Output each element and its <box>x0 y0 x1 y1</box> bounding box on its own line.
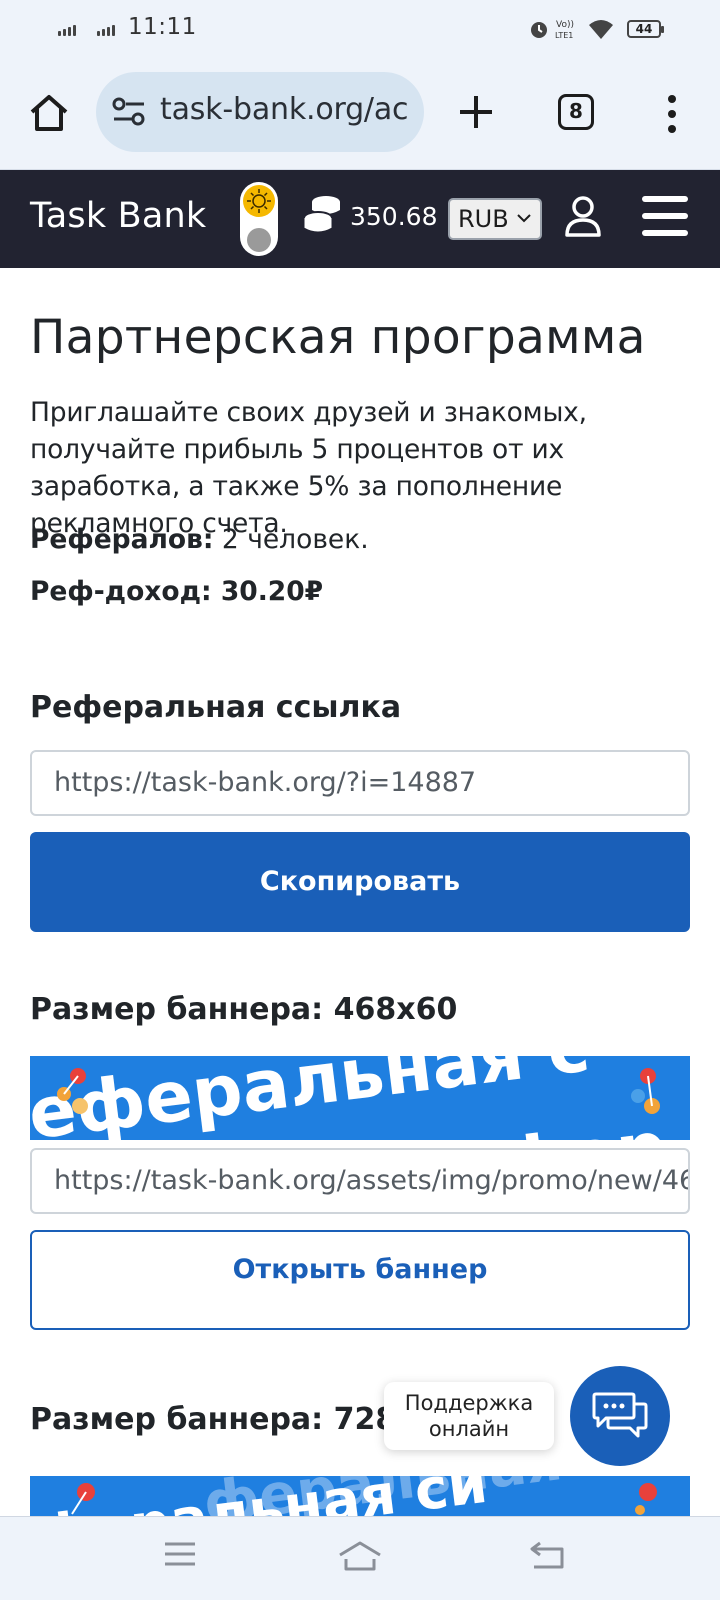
referrals-value: 2 человек. <box>213 524 369 555</box>
people-network-icon <box>57 1068 88 1114</box>
open-banner-button[interactable]: Открыть баннер <box>30 1230 690 1330</box>
chevron-down-icon <box>517 214 531 223</box>
banner-468-heading: Размер баннера: 468x60 <box>30 992 458 1027</box>
support-label[interactable]: Поддержка онлайн <box>384 1382 554 1450</box>
banner-728-text: феральная си <box>34 1476 491 1516</box>
wifi-icon <box>589 20 613 39</box>
people-network-icon <box>71 1483 95 1515</box>
coins-icon <box>303 196 340 233</box>
currency-select[interactable]: RUB <box>448 198 542 240</box>
plus-icon[interactable] <box>456 92 496 132</box>
ref-link-field[interactable]: https://task-bank.org/?i=14887 <box>30 750 690 816</box>
status-time: 11:11 <box>128 14 197 40</box>
theme-toggle-icon[interactable] <box>240 182 278 256</box>
brand-logo[interactable]: Task Bank <box>30 196 206 236</box>
people-network-icon <box>635 1483 657 1515</box>
support-label-line1: Поддержка <box>404 1391 534 1415</box>
support-label-line2: онлайн <box>428 1417 510 1441</box>
browser-toolbar: task-bank.org/acc 8 <box>0 58 720 170</box>
signal-icon <box>58 25 76 36</box>
banner-468-url-field[interactable]: https://task-bank.org/assets/img/promo/n… <box>30 1148 690 1214</box>
tabs-icon[interactable]: 8 <box>558 94 594 130</box>
home-icon[interactable] <box>28 92 70 134</box>
page-title: Партнерская программа <box>30 310 646 365</box>
copy-button[interactable]: Скопировать <box>30 832 690 932</box>
intro-text: Приглашайте своих друзей и знакомых, пол… <box>30 397 587 539</box>
status-bar: 11:11 Vo)) LTE1 44 <box>0 0 720 58</box>
system-nav-bar <box>0 1516 720 1600</box>
referrals-count: Рефералов: 2 человек. <box>30 524 369 555</box>
support-chat-button[interactable] <box>570 1366 670 1466</box>
site-header: Task Bank 350.68 RUB <box>0 170 720 268</box>
moon-icon <box>247 228 271 252</box>
svg-text:Vo)): Vo)) <box>556 20 574 30</box>
site-settings-icon[interactable] <box>112 96 146 128</box>
banner-728-image: феральная си феральная си <box>30 1476 690 1516</box>
menu-lines-icon[interactable] <box>162 1539 198 1569</box>
back-icon[interactable] <box>528 1539 566 1571</box>
sun-icon <box>243 185 275 217</box>
ref-income: Реф-доход: 30.20₽ <box>30 576 323 607</box>
people-network-icon <box>631 1068 660 1114</box>
signal-icon <box>97 25 115 36</box>
user-icon[interactable] <box>564 194 602 238</box>
alarm-icon <box>531 22 547 38</box>
menu-icon[interactable] <box>642 196 688 236</box>
volte-icon: Vo)) LTE1 <box>555 20 574 40</box>
svg-text:LTE1: LTE1 <box>555 31 573 40</box>
chat-bubbles-icon <box>592 1392 648 1438</box>
balance-amount: 350.68 <box>350 202 438 231</box>
more-vert-icon[interactable] <box>664 94 680 134</box>
banner-468-image: еферальная с я рефер <box>30 1056 690 1140</box>
referrals-label: Рефералов: <box>30 524 214 555</box>
url-text: task-bank.org/acc <box>160 92 410 127</box>
ref-income-label: Реф-доход: 30.20₽ <box>30 576 324 607</box>
battery-icon: 44 <box>627 20 664 38</box>
ref-link-heading: Реферальная ссылка <box>30 690 402 725</box>
currency-value: RUB <box>458 205 509 233</box>
address-bar[interactable]: task-bank.org/acc <box>96 72 424 152</box>
home-outline-icon[interactable] <box>336 1539 384 1573</box>
